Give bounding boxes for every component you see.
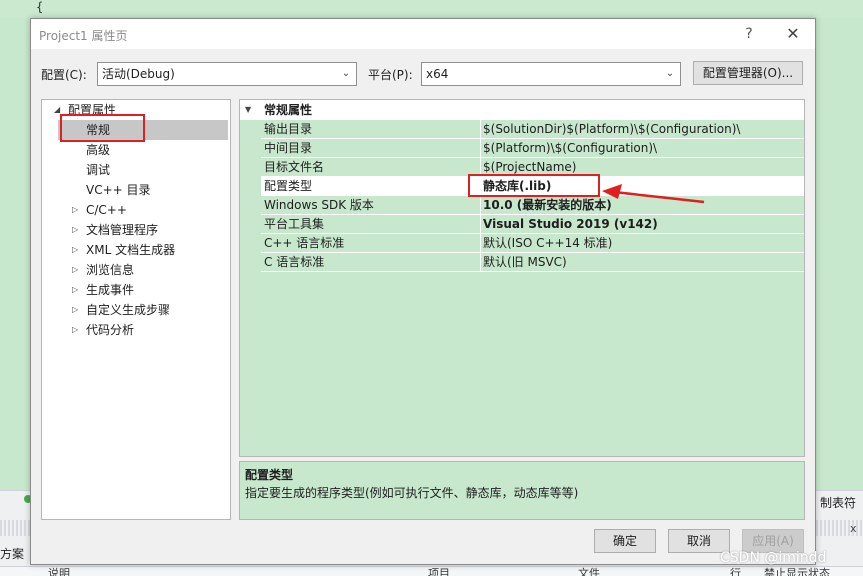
annotation-box-config-type — [468, 174, 600, 197]
tree-item-label: 高级 — [86, 143, 111, 157]
ide-editor-strip — [0, 0, 863, 18]
property-grid: ▼ 常规属性 输出目录 $(SolutionDir)$(Platform)\$(C… — [239, 99, 805, 457]
property-name: Windows SDK 版本 — [264, 198, 374, 212]
column-suppression[interactable]: 禁止显示状态 — [764, 565, 830, 576]
column-file[interactable]: 文件 — [578, 565, 600, 576]
property-name: C++ 语言标准 — [264, 236, 345, 250]
platform-label: 平台(P): — [368, 68, 413, 82]
property-name: 配置类型 — [264, 179, 313, 193]
property-value[interactable]: 默认(旧 MSVC) — [480, 253, 567, 272]
chevron-down-icon: ⌄ — [665, 68, 675, 79]
property-row[interactable]: 中间目录 $(Platform)\$(Configuration)\ — [261, 139, 804, 158]
description-text: 指定要生成的程序类型(例如可执行文件、静态库，动态库等等) — [245, 486, 579, 500]
description-panel: 配置类型 指定要生成的程序类型(例如可执行文件、静态库，动态库等等) — [239, 461, 805, 520]
tree-item-label: 生成事件 — [86, 283, 135, 297]
config-manager-button[interactable]: 配置管理器(O)... — [693, 61, 803, 85]
property-row[interactable]: 平台工具集 Visual Studio 2019 (v142) — [261, 215, 804, 234]
error-list-columns: 说明 项目 文件 行 禁止显示状态 — [0, 566, 863, 576]
expand-triangle-icon[interactable]: ▷ — [72, 260, 78, 280]
property-tree: ◢ 配置属性 常规 高级 调试 VC++ 目录 ▷ C/C++ ▷ 文档管理程序 ▷ XML 文档… — [41, 99, 231, 520]
property-value[interactable]: Visual Studio 2019 (v142) — [480, 215, 658, 234]
property-pages-dialog: Project1 属性页 ? ✕ 配置(C): 活动(Debug) ⌄ 平台(P… — [30, 18, 816, 565]
column-description[interactable]: 说明 — [48, 565, 70, 576]
help-button[interactable]: ? — [737, 23, 761, 45]
expand-triangle-icon[interactable]: ▷ — [72, 300, 78, 320]
annotation-box-general — [60, 114, 145, 142]
close-button[interactable]: ✕ — [781, 23, 805, 45]
collapse-triangle-icon[interactable]: ▼ — [245, 100, 251, 120]
tree-item-label: XML 文档生成器 — [86, 243, 176, 257]
description-title: 配置类型 — [245, 468, 294, 482]
tree-item-label: VC++ 目录 — [86, 183, 151, 197]
annotation-arrow-icon — [602, 184, 705, 204]
panel-tab-label[interactable]: 方案 — [0, 545, 24, 562]
config-dropdown[interactable]: 活动(Debug) ⌄ — [97, 62, 357, 86]
platform-dropdown-value: x64 — [426, 67, 449, 81]
expand-triangle-icon[interactable]: ▷ — [72, 280, 78, 300]
property-value[interactable]: 默认(ISO C++14 标准) — [480, 234, 612, 253]
tree-item-label: 自定义生成步骤 — [86, 303, 171, 317]
property-value[interactable]: $(Platform)\$(Configuration)\ — [480, 139, 657, 158]
column-line[interactable]: 行 — [730, 565, 741, 576]
ok-button[interactable]: 确定 — [594, 529, 656, 553]
config-label: 配置(C): — [41, 68, 87, 82]
tree-item-label: C/C++ — [86, 203, 127, 217]
tree-item-label: 代码分析 — [86, 323, 135, 337]
column-project[interactable]: 项目 — [428, 565, 450, 576]
expand-triangle-icon[interactable]: ▷ — [72, 200, 78, 220]
property-name: 目标文件名 — [264, 160, 325, 174]
tree-item-label: 浏览信息 — [86, 263, 135, 277]
panel-close-icon[interactable]: x — [850, 522, 857, 535]
property-row[interactable]: C 语言标准 默认(旧 MSVC) — [261, 253, 804, 272]
property-row[interactable]: 输出目录 $(SolutionDir)$(Platform)\$(Configur… — [261, 120, 804, 139]
property-name: 输出目录 — [264, 122, 313, 136]
property-value[interactable]: 10.0 (最新安装的版本) — [480, 196, 612, 215]
platform-dropdown[interactable]: x64 ⌄ — [421, 62, 681, 86]
dialog-titlebar[interactable]: Project1 属性页 ? ✕ — [31, 19, 815, 49]
code-brace: { — [36, 0, 44, 14]
tree-item-label: 文档管理程序 — [86, 223, 159, 237]
property-row[interactable]: C++ 语言标准 默认(ISO C++14 标准) — [261, 234, 804, 253]
expand-triangle-icon[interactable]: ▷ — [72, 220, 78, 240]
property-name: 中间目录 — [264, 141, 313, 155]
grid-gutter — [240, 120, 261, 272]
status-tab-text: 制表符 — [820, 496, 857, 510]
property-row[interactable]: Windows SDK 版本 10.0 (最新安装的版本) — [261, 196, 804, 215]
config-dropdown-value: 活动(Debug) — [102, 67, 175, 81]
tree-item-label: 调试 — [86, 163, 111, 177]
csdn-watermark: CSDN @imindd — [720, 550, 827, 566]
dialog-title: Project1 属性页 — [39, 29, 128, 43]
expand-triangle-icon[interactable]: ▷ — [72, 320, 78, 340]
property-name: C 语言标准 — [264, 255, 325, 269]
expand-triangle-icon[interactable]: ▷ — [72, 240, 78, 260]
property-name: 平台工具集 — [264, 217, 325, 231]
property-value[interactable]: $(SolutionDir)$(Platform)\$(Configuratio… — [480, 120, 740, 139]
grid-section-title: 常规属性 — [264, 103, 313, 117]
grid-section-header[interactable]: ▼ 常规属性 — [240, 100, 804, 120]
chevron-down-icon: ⌄ — [341, 68, 351, 79]
